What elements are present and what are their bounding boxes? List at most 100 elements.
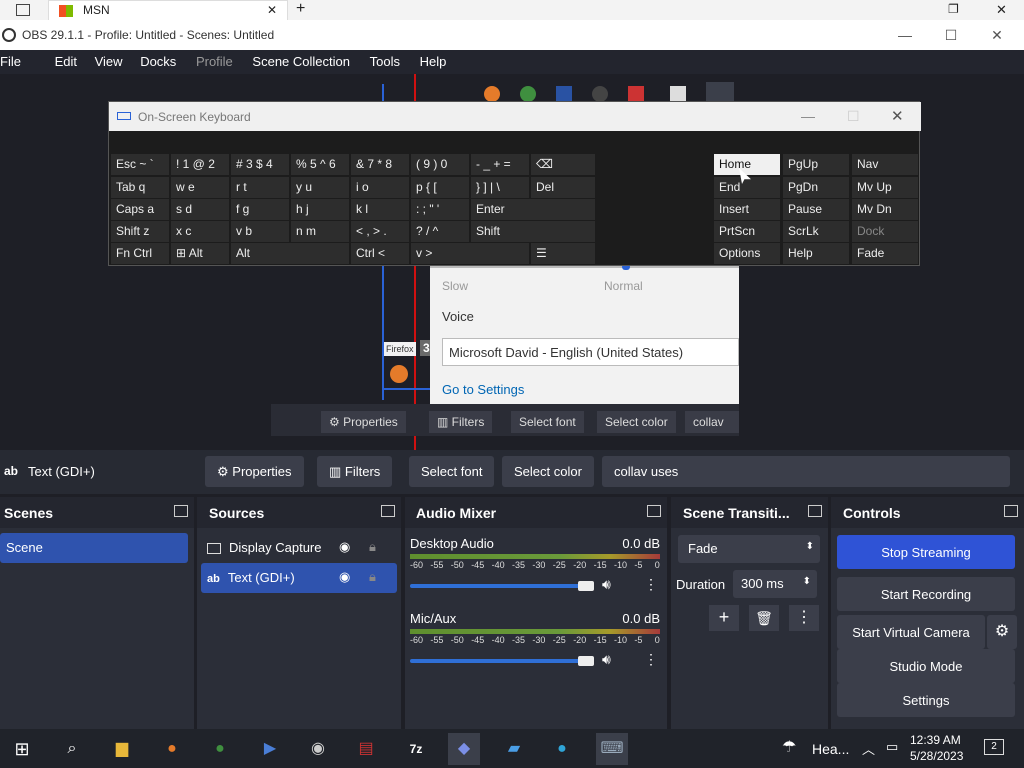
menu-profile[interactable]: Profile <box>186 50 239 69</box>
firefox-icon[interactable]: ● <box>156 733 188 765</box>
osk-nav-key[interactable]: Mv Up <box>852 177 918 198</box>
scene-item[interactable]: Scene <box>0 533 188 563</box>
osk-key[interactable]: n m <box>291 221 349 242</box>
volume-thumb[interactable] <box>578 656 594 666</box>
osk-key[interactable]: - _ + = <box>471 154 529 175</box>
osk-key[interactable]: Alt <box>231 243 349 264</box>
studio-mode-button[interactable]: Studio Mode <box>837 649 1015 683</box>
osk-key[interactable]: v > <box>411 243 529 264</box>
osk-key[interactable]: Esc ~ ` <box>111 154 169 175</box>
speaker-icon[interactable]: 🔊︎ <box>602 576 611 593</box>
osk-key[interactable]: ☰ <box>531 243 595 264</box>
stop-streaming-button[interactable]: Stop Streaming <box>837 535 1015 569</box>
osk-nav-key[interactable]: Nav <box>852 154 918 175</box>
clock-date[interactable]: 5/28/2023 <box>910 749 963 763</box>
browser-close-icon[interactable]: ✕ <box>996 2 1007 18</box>
menu-tools[interactable]: Tools <box>360 50 406 69</box>
eye-icon[interactable]: ◉ <box>339 539 350 555</box>
osk-key[interactable]: # 3 $ 4 <box>231 154 289 175</box>
osk-key[interactable]: ( 9 ) 0 <box>411 154 469 175</box>
restore-icon[interactable]: ❐ <box>948 2 959 16</box>
select-color-button[interactable]: Select color <box>502 456 594 487</box>
more-icon[interactable]: ⋮ <box>789 605 819 631</box>
osk-nav-key[interactable]: Home <box>714 154 780 175</box>
osk-maximize-button[interactable]: ☐ <box>847 108 860 125</box>
osk-nav-key[interactable]: PgUp <box>783 154 849 175</box>
osk-key[interactable]: s d <box>171 199 229 220</box>
add-transition-button[interactable]: + <box>709 605 739 631</box>
source-item-text[interactable]: ab Text (GDI+) ◉ 🔒︎ <box>201 563 397 593</box>
osk-key[interactable]: p { [ <box>411 177 469 198</box>
menu-help[interactable]: Help <box>410 50 453 69</box>
menu-file[interactable]: File <box>0 50 27 69</box>
osk-key[interactable]: ! 1 @ 2 <box>171 154 229 175</box>
settings-button[interactable]: Settings <box>837 683 1015 717</box>
osk-key[interactable]: i o <box>351 177 409 198</box>
maximize-button[interactable]: ☐ <box>934 24 968 46</box>
menu-view[interactable]: View <box>87 50 129 69</box>
eye-icon[interactable]: ◉ <box>339 569 350 585</box>
close-button[interactable]: ✕ <box>980 24 1014 46</box>
speaker-icon[interactable]: 🔊︎ <box>602 651 611 668</box>
filters-button[interactable]: ▥ Filters <box>317 456 393 487</box>
transition-select[interactable]: Fade ⬍ <box>678 535 820 563</box>
captured-text-field[interactable]: collav us <box>685 411 739 433</box>
osk-key[interactable]: % 5 ^ 6 <box>291 154 349 175</box>
undock-icon[interactable] <box>381 505 395 517</box>
trash-icon[interactable]: 🗑︎ <box>749 605 779 631</box>
osk-key[interactable]: Caps a <box>111 199 169 220</box>
edge-icon[interactable]: ● <box>546 733 578 765</box>
osk-key[interactable]: : ; " ' <box>411 199 469 220</box>
osk-nav-key[interactable]: Fade <box>852 243 918 264</box>
undock-icon[interactable] <box>1004 505 1018 517</box>
menu-docks[interactable]: Docks <box>132 50 182 69</box>
osk-key[interactable]: h j <box>291 199 349 220</box>
active-app-icon[interactable]: ◆ <box>448 733 480 765</box>
osk-key[interactable]: < , > . <box>351 221 409 242</box>
volume-thumb[interactable] <box>578 581 594 591</box>
osk-key[interactable]: Fn Ctrl <box>111 243 169 264</box>
browser-tab-msn[interactable]: MSN ✕ <box>48 0 288 20</box>
osk-nav-key[interactable]: Options <box>714 243 780 264</box>
osk-taskbar-icon[interactable]: ⌨ <box>596 733 628 765</box>
obs-icon[interactable]: ◉ <box>302 733 334 765</box>
captured-properties-button[interactable]: ⚙ Properties <box>321 411 406 433</box>
app-icon[interactable]: ▤ <box>350 733 382 765</box>
volume-slider[interactable] <box>410 659 590 663</box>
osk-nav-key[interactable]: End <box>714 177 780 198</box>
weather-text[interactable]: Hea... <box>812 741 849 757</box>
osk-key[interactable]: Del <box>531 177 595 198</box>
osk-key[interactable]: Enter <box>471 199 595 220</box>
lock-icon[interactable]: 🔒︎ <box>369 569 376 585</box>
captured-select-font-button[interactable]: Select font <box>511 411 584 433</box>
more-icon[interactable]: ⋮ <box>644 651 658 668</box>
powershell-icon[interactable]: ▶ <box>254 733 286 765</box>
chrome-icon[interactable]: ● <box>204 733 236 765</box>
osk-nav-key[interactable]: Mv Dn <box>852 199 918 220</box>
osk-key[interactable]: y u <box>291 177 349 198</box>
menu-edit[interactable]: Edit <box>31 50 83 69</box>
text-input[interactable]: collav uses <box>602 456 1010 487</box>
source-item-display-capture[interactable]: Display Capture ◉ 🔒︎ <box>201 533 397 563</box>
osk-key[interactable]: ⌫ <box>531 154 595 175</box>
app-window-icon[interactable]: ▰ <box>498 733 530 765</box>
spin-icon[interactable]: ⬍ <box>803 576 811 587</box>
volume-slider[interactable] <box>410 584 590 588</box>
osk-nav-key[interactable]: PgDn <box>783 177 849 198</box>
osk-key[interactable]: Ctrl < <box>351 243 409 264</box>
go-to-settings-link[interactable]: Go to Settings <box>442 382 524 397</box>
duration-spinbox[interactable]: 300 ms ⬍ <box>733 570 817 598</box>
osk-nav-key[interactable]: Insert <box>714 199 780 220</box>
osk-key[interactable]: Shift <box>471 221 595 242</box>
minimize-button[interactable]: — <box>888 24 922 46</box>
osk-key[interactable]: ? / ^ <box>411 221 469 242</box>
osk-key[interactable]: ⊞ Alt <box>171 243 229 264</box>
start-recording-button[interactable]: Start Recording <box>837 577 1015 611</box>
osk-key[interactable]: k l <box>351 199 409 220</box>
osk-key[interactable]: f g <box>231 199 289 220</box>
new-tab-icon[interactable]: + <box>296 0 305 18</box>
osk-nav-key[interactable]: PrtScn <box>714 221 780 242</box>
captured-select-color-button[interactable]: Select color <box>597 411 676 433</box>
search-icon[interactable]: ⌕ <box>56 733 88 765</box>
start-icon[interactable]: ⊞ <box>6 733 38 765</box>
